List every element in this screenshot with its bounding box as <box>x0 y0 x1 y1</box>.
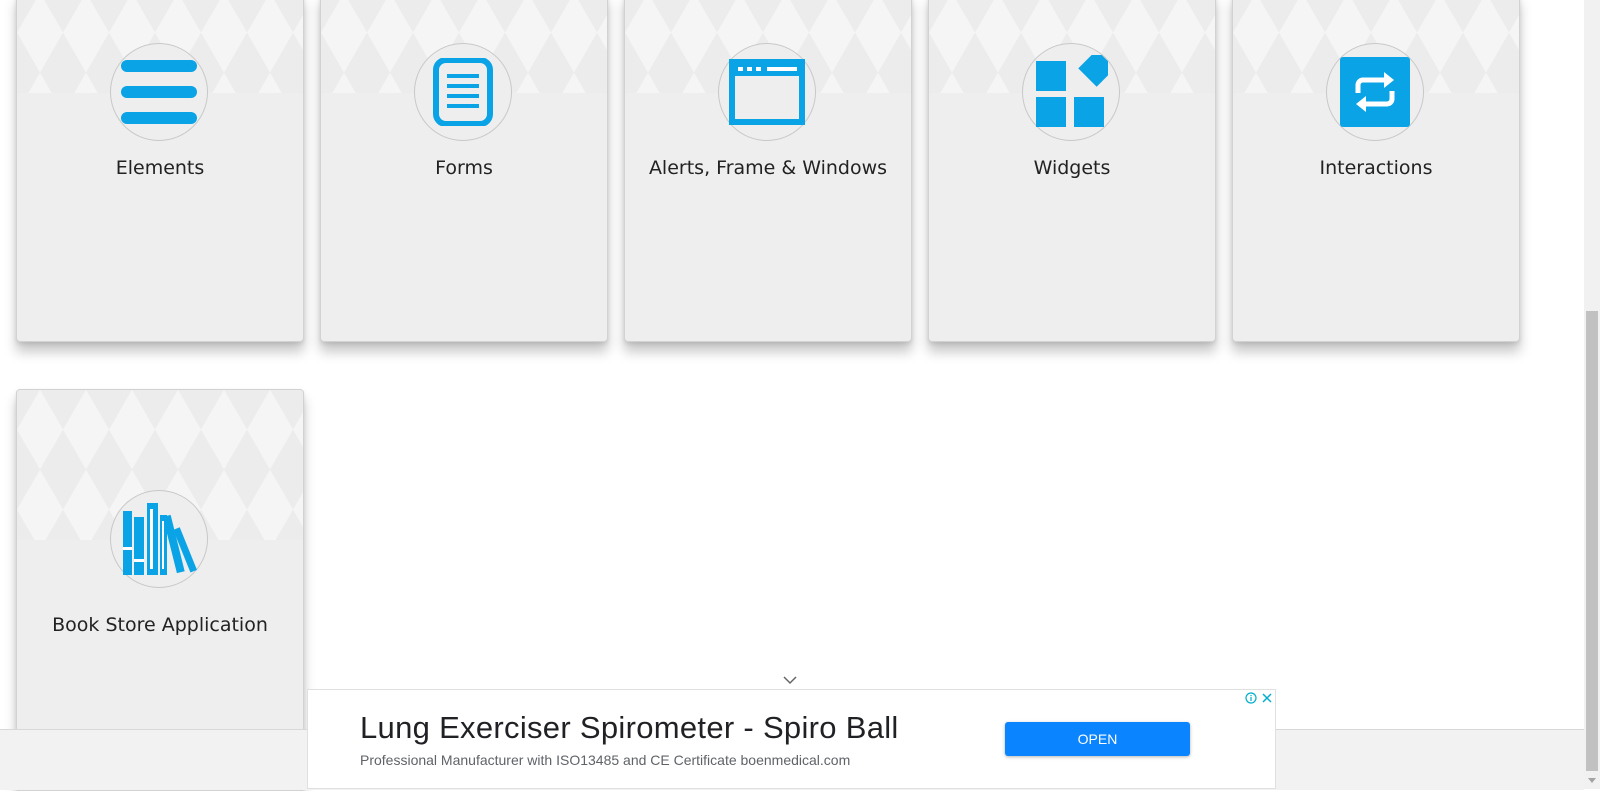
ad-controls <box>1243 690 1275 706</box>
card-title: Forms <box>435 157 493 179</box>
chevron-down-icon[interactable] <box>782 674 798 686</box>
document-form-icon <box>433 58 493 126</box>
ad-open-button[interactable]: OPEN <box>1005 722 1190 756</box>
widgets-blocks-icon <box>1036 55 1108 127</box>
card-avatar <box>414 43 512 141</box>
books-icon <box>123 503 197 575</box>
vertical-scrollbar[interactable] <box>1584 0 1600 789</box>
info-icon[interactable] <box>1243 690 1259 706</box>
ad-banner[interactable]: Lung Exerciser Spirometer - Spiro Ball P… <box>307 689 1276 789</box>
card-widgets[interactable]: Widgets <box>928 0 1216 342</box>
ad-title[interactable]: Lung Exerciser Spirometer - Spiro Ball <box>360 710 899 746</box>
card-title: Book Store Application <box>52 614 268 636</box>
card-interactions[interactable]: Interactions <box>1232 0 1520 342</box>
scroll-down-arrow-icon[interactable] <box>1584 773 1600 789</box>
card-title: Alerts, Frame & Windows <box>648 157 888 179</box>
card-elements[interactable]: Elements <box>16 0 304 342</box>
ad-subtitle[interactable]: Professional Manufacturer with ISO13485 … <box>360 752 850 768</box>
card-alerts-frame-windows[interactable]: Alerts, Frame & Windows <box>624 0 912 342</box>
card-forms[interactable]: Forms <box>320 0 608 342</box>
card-avatar <box>110 490 208 588</box>
browser-window-icon <box>729 59 805 125</box>
scrollbar-thumb[interactable] <box>1586 311 1598 771</box>
card-title: Interactions <box>1319 157 1433 179</box>
card-title: Elements <box>115 157 205 179</box>
card-title: Widgets <box>1033 157 1111 179</box>
card-avatar <box>1326 43 1424 141</box>
repeat-arrows-icon <box>1340 57 1410 127</box>
close-icon[interactable] <box>1259 690 1275 706</box>
card-avatar <box>1022 43 1120 141</box>
card-avatar <box>110 43 208 141</box>
list-lines-icon <box>121 60 197 124</box>
card-avatar <box>718 43 816 141</box>
